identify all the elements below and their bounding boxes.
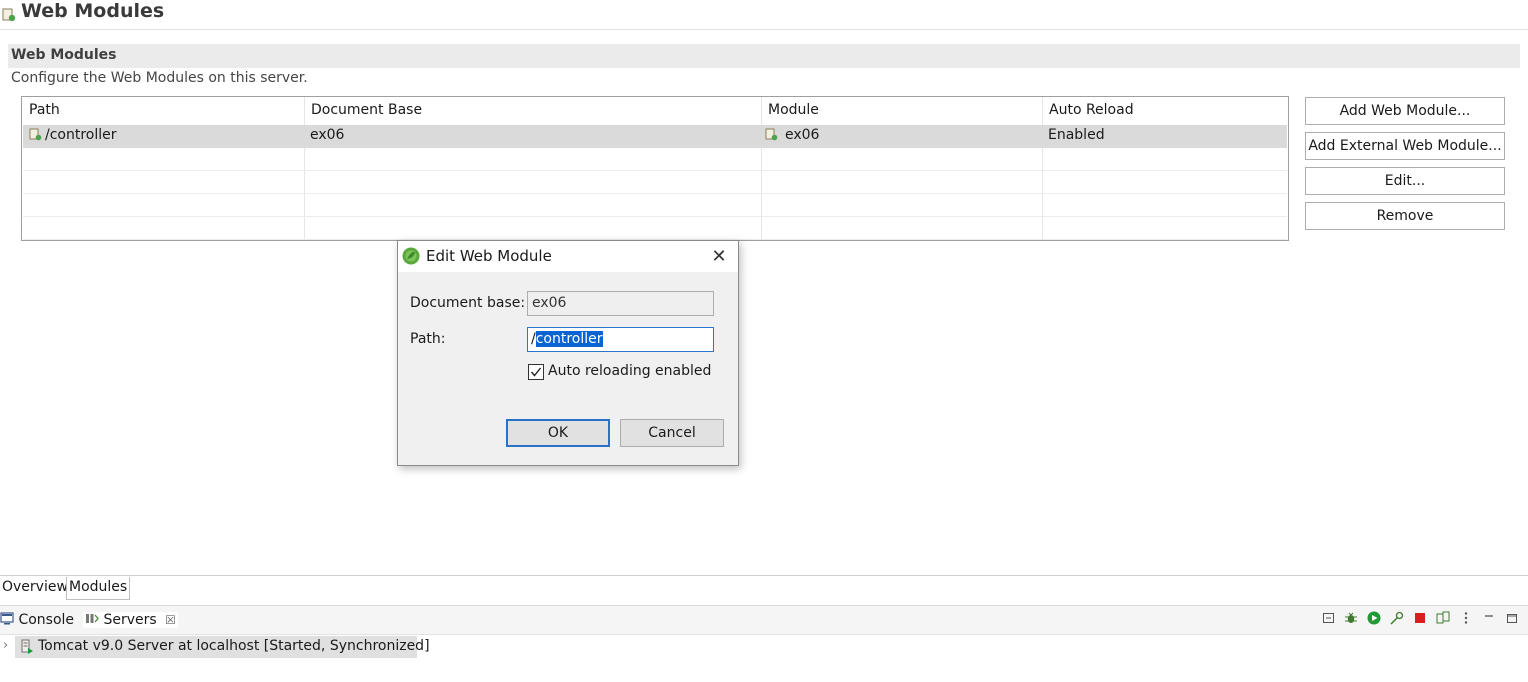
dialog-titlebar[interactable]: Edit Web Module ✕	[398, 241, 738, 272]
tab-servers-label: Servers	[103, 612, 157, 628]
column-header-document-base[interactable]: Document Base	[304, 97, 761, 124]
add-web-module-button[interactable]: Add Web Module...	[1305, 97, 1505, 125]
tab-overview[interactable]: Overview	[0, 577, 70, 600]
minimize-icon[interactable]	[1481, 611, 1497, 627]
server-node[interactable]: Tomcat v9.0 Server at localhost [Started…	[15, 636, 430, 658]
table-header: Path Document Base Module Auto Reload	[22, 97, 1288, 124]
path-input[interactable]: /controller	[527, 327, 714, 352]
add-external-web-module-button[interactable]: Add External Web Module...	[1305, 132, 1505, 160]
dialog-title: Edit Web Module	[426, 247, 552, 265]
spring-leaf-icon	[402, 247, 420, 265]
cell-auto-reload: Enabled	[1048, 127, 1105, 143]
console-icon	[0, 612, 14, 625]
column-header-auto-reload[interactable]: Auto Reload	[1042, 97, 1288, 124]
page-header: Web Modules	[0, 0, 1528, 30]
maximize-icon[interactable]	[1504, 611, 1520, 627]
stop-server-icon[interactable]	[1412, 611, 1428, 627]
remove-button[interactable]: Remove	[1305, 202, 1505, 230]
tab-servers[interactable]: Servers ☒	[83, 612, 178, 628]
profile-server-icon[interactable]	[1389, 611, 1405, 627]
collapse-all-icon[interactable]	[1321, 611, 1337, 627]
server-tree-item[interactable]: › Tomcat v9.0 Server at localhost [Start…	[0, 636, 430, 658]
tab-console-label: Console	[18, 612, 75, 628]
servers-icon	[86, 614, 99, 623]
web-module-icon	[29, 128, 42, 141]
document-base-field: ex06	[527, 291, 714, 316]
web-module-icon	[765, 128, 778, 141]
close-icon[interactable]: ✕	[708, 246, 730, 268]
debug-server-icon[interactable]	[1343, 611, 1359, 627]
cell-module-text: ex06	[785, 127, 820, 143]
ok-button[interactable]: OK	[506, 419, 610, 447]
table-row-empty	[23, 148, 1287, 171]
view-tab-bar: Console Servers ☒	[0, 605, 1528, 635]
table-row[interactable]: /controller ex06 ex06 Enabled	[23, 125, 1287, 148]
table-row-empty	[23, 171, 1287, 194]
auto-reload-checkbox[interactable]	[528, 364, 544, 380]
page-title: Web Modules	[21, 0, 165, 22]
section-header: Web Modules	[8, 44, 1520, 68]
edit-button[interactable]: Edit...	[1305, 167, 1505, 195]
server-module-icon	[2, 8, 16, 22]
chevron-right-icon[interactable]: ›	[3, 638, 8, 653]
view-menu-icon[interactable]	[1458, 611, 1474, 627]
section-title: Web Modules	[11, 47, 117, 63]
editor-tabs: Overview Modules	[0, 575, 1528, 600]
web-modules-table[interactable]: Path Document Base Module Auto Reload /c…	[21, 96, 1289, 241]
tomcat-server-icon	[21, 639, 33, 654]
server-node-label: Tomcat v9.0 Server at localhost [Started…	[38, 638, 430, 654]
table-row-empty	[23, 194, 1287, 217]
path-label: Path:	[410, 331, 446, 347]
close-tab-icon[interactable]: ☒	[165, 613, 176, 627]
tab-console[interactable]: Console	[0, 612, 74, 628]
start-server-icon[interactable]	[1366, 611, 1382, 627]
edit-web-module-dialog: Edit Web Module ✕ Document base: ex06 Pa…	[397, 240, 739, 466]
column-header-module[interactable]: Module	[761, 97, 1042, 124]
tab-modules[interactable]: Modules	[66, 577, 131, 600]
cell-document-base: ex06	[310, 127, 345, 143]
path-prefix-text: /	[531, 331, 536, 347]
auto-reload-label[interactable]: Auto reloading enabled	[548, 363, 711, 379]
cancel-button[interactable]: Cancel	[620, 419, 724, 447]
section-description: Configure the Web Modules on this server…	[11, 70, 308, 86]
column-header-path[interactable]: Path	[22, 97, 304, 124]
check-icon	[530, 367, 542, 377]
publish-icon[interactable]	[1435, 611, 1451, 627]
cell-path: /controller	[29, 127, 117, 143]
path-selected-text: controller	[535, 331, 603, 347]
cell-path-text: /controller	[45, 127, 117, 143]
cell-module: ex06	[765, 127, 819, 143]
table-row-empty	[23, 217, 1287, 240]
document-base-label: Document base:	[410, 295, 526, 311]
